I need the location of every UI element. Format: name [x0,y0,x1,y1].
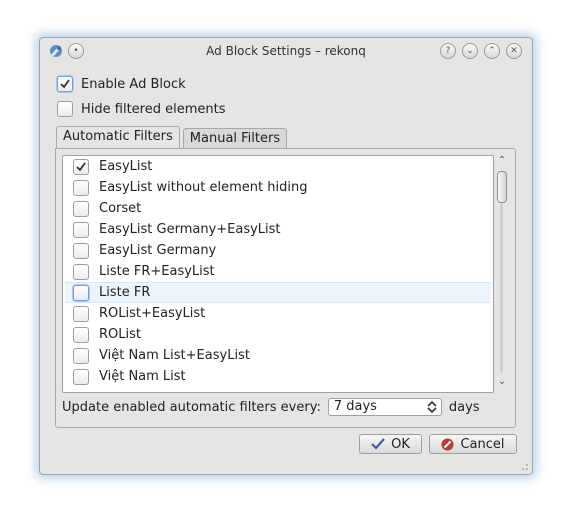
title-bar[interactable]: • Ad Block Settings – rekonq ? ⌄ ⌃ ✕ [40,38,532,64]
filter-checkbox[interactable] [73,263,89,280]
ok-button[interactable]: OK [359,434,422,454]
minimize-icon[interactable]: ⌄ [462,43,478,59]
hide-filtered-check-box[interactable] [57,101,73,117]
filter-label: Việt Nam List [99,369,186,384]
filter-label: Liste FR [99,285,151,300]
list-item[interactable]: EasyList without element hiding [65,177,491,198]
filter-list-scrollbar[interactable]: ⌃ ⌄ [494,155,510,391]
list-item[interactable]: EasyList Germany [65,240,491,261]
list-item[interactable]: Corset [65,198,491,219]
cancel-icon [441,438,454,450]
list-item[interactable]: Việt Nam List [65,366,491,387]
enable-adblock-label: Enable Ad Block [81,76,186,92]
filter-checkbox[interactable] [73,305,89,322]
filter-checkbox[interactable] [73,158,89,175]
cancel-label: Cancel [460,436,505,452]
filter-checkbox[interactable] [73,200,89,217]
maximize-icon[interactable]: ⌃ [484,43,500,59]
scroll-thumb[interactable] [497,171,507,203]
filter-checkbox[interactable] [73,368,89,385]
tab-manual-filters[interactable]: Manual Filters [182,128,288,149]
checkmark-icon [60,79,70,89]
list-item[interactable]: EasyList Germany+EasyList [65,219,491,240]
checkmark-icon [76,161,86,171]
scroll-up-icon[interactable]: ⌃ [497,156,507,166]
update-interval-label: Update enabled automatic filters every: [62,399,321,415]
filter-checkbox[interactable] [73,326,89,343]
update-interval-spinbox[interactable]: 7 days [327,398,442,416]
filter-label: EasyList without element hiding [99,180,308,195]
filter-checkbox[interactable] [73,221,89,238]
filter-label: ROList [99,327,141,342]
filter-label: EasyList Germany+EasyList [99,222,281,237]
ok-label: OK [391,436,410,452]
filter-label: EasyList Germany [99,243,217,258]
list-item[interactable]: ROList [65,324,491,345]
filter-checkbox[interactable] [73,284,89,301]
update-interval-row: Update enabled automatic filters every: … [62,398,480,416]
hide-filtered-checkbox[interactable]: Hide filtered elements [57,100,226,118]
list-item[interactable]: Liste FR+EasyList [65,261,491,282]
filter-label: Việt Nam List+EasyList [99,348,250,363]
enable-adblock-check-box[interactable] [57,76,73,92]
help-icon[interactable]: ? [440,43,456,59]
list-item[interactable]: Liste FR [65,282,491,303]
resize-grip-icon[interactable] [521,463,529,471]
spin-arrows-icon[interactable] [427,401,437,413]
tab-automatic-filters[interactable]: Automatic Filters [56,126,180,149]
update-interval-value: 7 days [333,399,377,414]
filter-label: Corset [99,201,142,216]
scroll-track[interactable] [500,203,503,373]
days-label: days [448,399,480,415]
filter-list[interactable]: EasyList EasyList without element hiding… [62,155,494,393]
list-item[interactable]: ROList+EasyList [65,303,491,324]
cancel-button[interactable]: Cancel [429,434,517,454]
enable-adblock-checkbox[interactable]: Enable Ad Block [57,75,186,93]
filter-label: ROList+EasyList [99,306,206,321]
scroll-down-icon[interactable]: ⌄ [497,377,507,387]
list-item[interactable]: Việt Nam List+EasyList [65,345,491,366]
filter-checkbox[interactable] [73,242,89,259]
filter-label: EasyList [99,159,153,174]
filter-tabs: Automatic Filters Manual Filters [56,126,290,149]
list-item[interactable]: EasyList [65,156,491,177]
filter-label: Liste FR+EasyList [99,264,215,279]
close-icon[interactable]: ✕ [506,43,522,59]
hide-filtered-label: Hide filtered elements [81,101,226,117]
window-title: Ad Block Settings – rekonq [206,44,366,58]
automatic-filters-panel: EasyList EasyList without element hiding… [55,148,516,428]
ad-block-settings-dialog: • Ad Block Settings – rekonq ? ⌄ ⌃ ✕ Ena… [39,37,533,475]
filter-checkbox[interactable] [73,347,89,364]
filter-checkbox[interactable] [73,179,89,196]
ok-check-icon [371,438,385,450]
